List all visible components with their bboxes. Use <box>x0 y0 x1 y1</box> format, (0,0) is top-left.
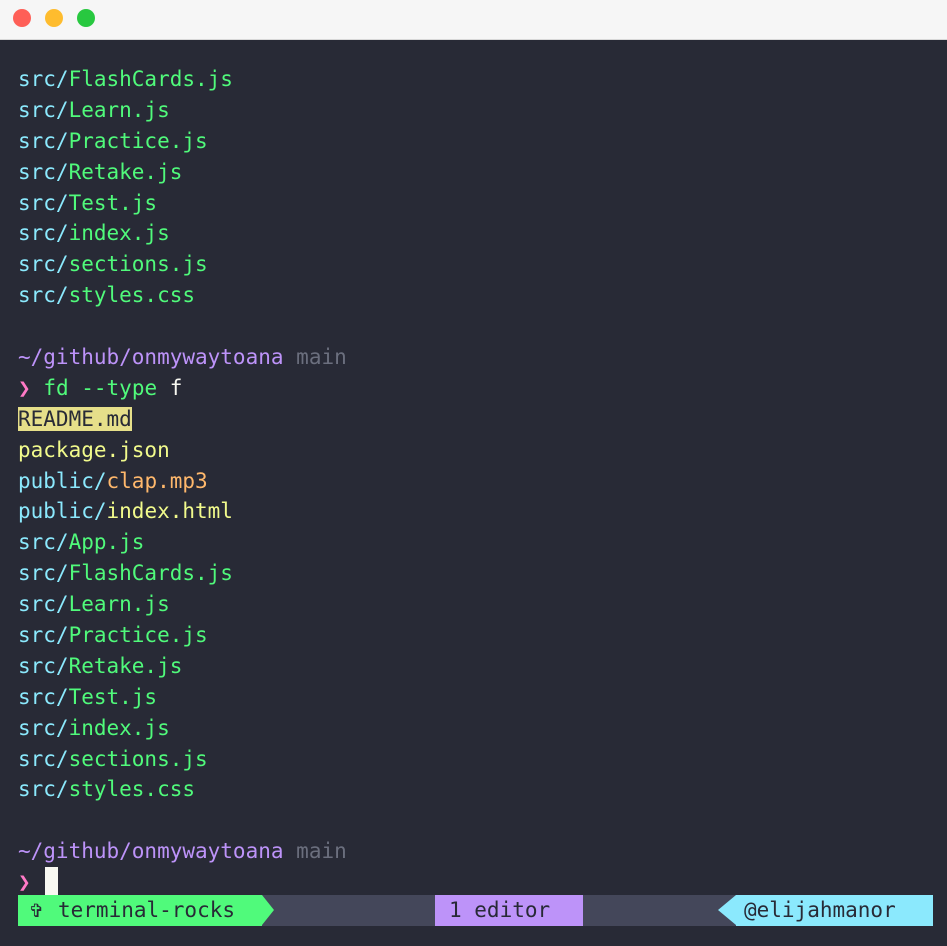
file-name: Practice.js <box>68 623 208 648</box>
file-name: index.js <box>68 221 170 246</box>
session-segment[interactable]: ✞ terminal-rocks <box>18 895 262 926</box>
command-arg: f <box>169 375 183 400</box>
command-line: ❯ fd --type f <box>18 373 933 404</box>
terminal-output[interactable]: src/FlashCards.js src/Learn.js src/Pract… <box>18 64 933 898</box>
dir-part: src/ <box>18 530 69 555</box>
segment-arrow-icon <box>262 895 274 925</box>
file-name: Retake.js <box>68 159 183 184</box>
file-name: FlashCards.js <box>68 561 233 586</box>
output-line: src/Test.js <box>18 188 933 219</box>
dir-part: src/ <box>18 715 69 740</box>
dir-part: public/ <box>18 499 107 524</box>
dir-part: src/ <box>18 561 69 586</box>
output-line: src/Learn.js <box>18 95 933 126</box>
git-branch: main <box>296 345 347 370</box>
user-segment: @elijahmanor <box>736 895 933 926</box>
title-bar <box>0 0 947 40</box>
terminal-window: src/FlashCards.js src/Learn.js src/Pract… <box>0 0 947 946</box>
text-cursor[interactable] <box>44 867 58 897</box>
dir-part: src/ <box>18 190 69 215</box>
dir-part: src/ <box>18 67 69 91</box>
output-line: src/FlashCards.js <box>18 558 933 589</box>
file-name: Learn.js <box>68 97 170 122</box>
output-line: src/styles.css <box>18 774 933 805</box>
git-branch: main <box>296 839 347 864</box>
prompt-chevron-icon: ❯ <box>18 870 31 895</box>
file-name: styles.css <box>68 283 196 308</box>
dir-part: src/ <box>18 653 69 678</box>
output-line: public/index.html <box>18 496 933 527</box>
file-name: FlashCards.js <box>68 67 233 91</box>
cwd-path: ~/github/onmywaytoana <box>18 839 284 864</box>
output-line: src/Learn.js <box>18 589 933 620</box>
dir-part: src/ <box>18 159 69 184</box>
command-line[interactable]: ❯ <box>18 867 933 898</box>
output-line: src/index.js <box>18 218 933 249</box>
minimize-window-button[interactable] <box>45 9 63 27</box>
output-line: src/styles.css <box>18 280 933 311</box>
file-name: package.json <box>18 437 170 462</box>
file-name: styles.css <box>68 777 196 802</box>
dir-part: src/ <box>18 97 69 122</box>
cwd-path: ~/github/onmywaytoana <box>18 345 284 370</box>
prompt-chevron-icon: ❯ <box>18 375 31 400</box>
tmux-status-bar: ✞ terminal-rocks 1 editor @elijahmanor <box>18 895 933 926</box>
file-name: sections.js <box>68 746 208 771</box>
output-line: src/Retake.js <box>18 157 933 188</box>
dir-part: src/ <box>18 592 69 617</box>
prompt-header: ~/github/onmywaytoana main <box>18 836 933 867</box>
file-name: README.md <box>18 406 132 431</box>
output-line: src/Test.js <box>18 682 933 713</box>
zoom-window-button[interactable] <box>77 9 95 27</box>
file-name: Learn.js <box>68 592 170 617</box>
command-text: fd --type <box>43 375 158 400</box>
output-line: src/FlashCards.js <box>18 64 933 95</box>
output-line: src/Practice.js <box>18 620 933 651</box>
dir-part: src/ <box>18 252 69 277</box>
dir-part: src/ <box>18 128 69 153</box>
segment-arrow-icon <box>718 895 736 925</box>
dir-part: src/ <box>18 623 69 648</box>
session-name: terminal-rocks <box>58 898 236 922</box>
file-name: Test.js <box>68 684 158 709</box>
output-line: src/sections.js <box>18 744 933 775</box>
file-name: clap.mp3 <box>106 468 208 493</box>
prompt-header: ~/github/onmywaytoana main <box>18 342 933 373</box>
dir-part: src/ <box>18 777 69 802</box>
dir-part: src/ <box>18 746 69 771</box>
output-line: src/Practice.js <box>18 126 933 157</box>
dir-part: src/ <box>18 221 69 246</box>
file-name: Practice.js <box>68 128 208 153</box>
output-line: src/App.js <box>18 527 933 558</box>
dir-part: public/ <box>18 468 107 493</box>
file-name: Test.js <box>68 190 158 215</box>
close-window-button[interactable] <box>13 9 31 27</box>
file-name: sections.js <box>68 252 208 277</box>
output-line: package.json <box>18 435 933 466</box>
output-line: src/sections.js <box>18 249 933 280</box>
window-tab-label: 1 editor <box>449 898 551 922</box>
dir-part: src/ <box>18 283 69 308</box>
file-name: App.js <box>68 530 145 555</box>
output-line: src/Retake.js <box>18 651 933 682</box>
output-line: public/clap.mp3 <box>18 466 933 497</box>
output-line: src/index.js <box>18 713 933 744</box>
file-name: Retake.js <box>68 653 183 678</box>
user-handle: @elijahmanor <box>744 898 896 922</box>
window-tab[interactable]: 1 editor <box>435 895 583 926</box>
cross-icon: ✞ <box>30 898 43 922</box>
file-name: index.html <box>106 499 233 524</box>
file-name: index.js <box>68 715 170 740</box>
output-line: README.md <box>18 404 933 435</box>
dir-part: src/ <box>18 684 69 709</box>
